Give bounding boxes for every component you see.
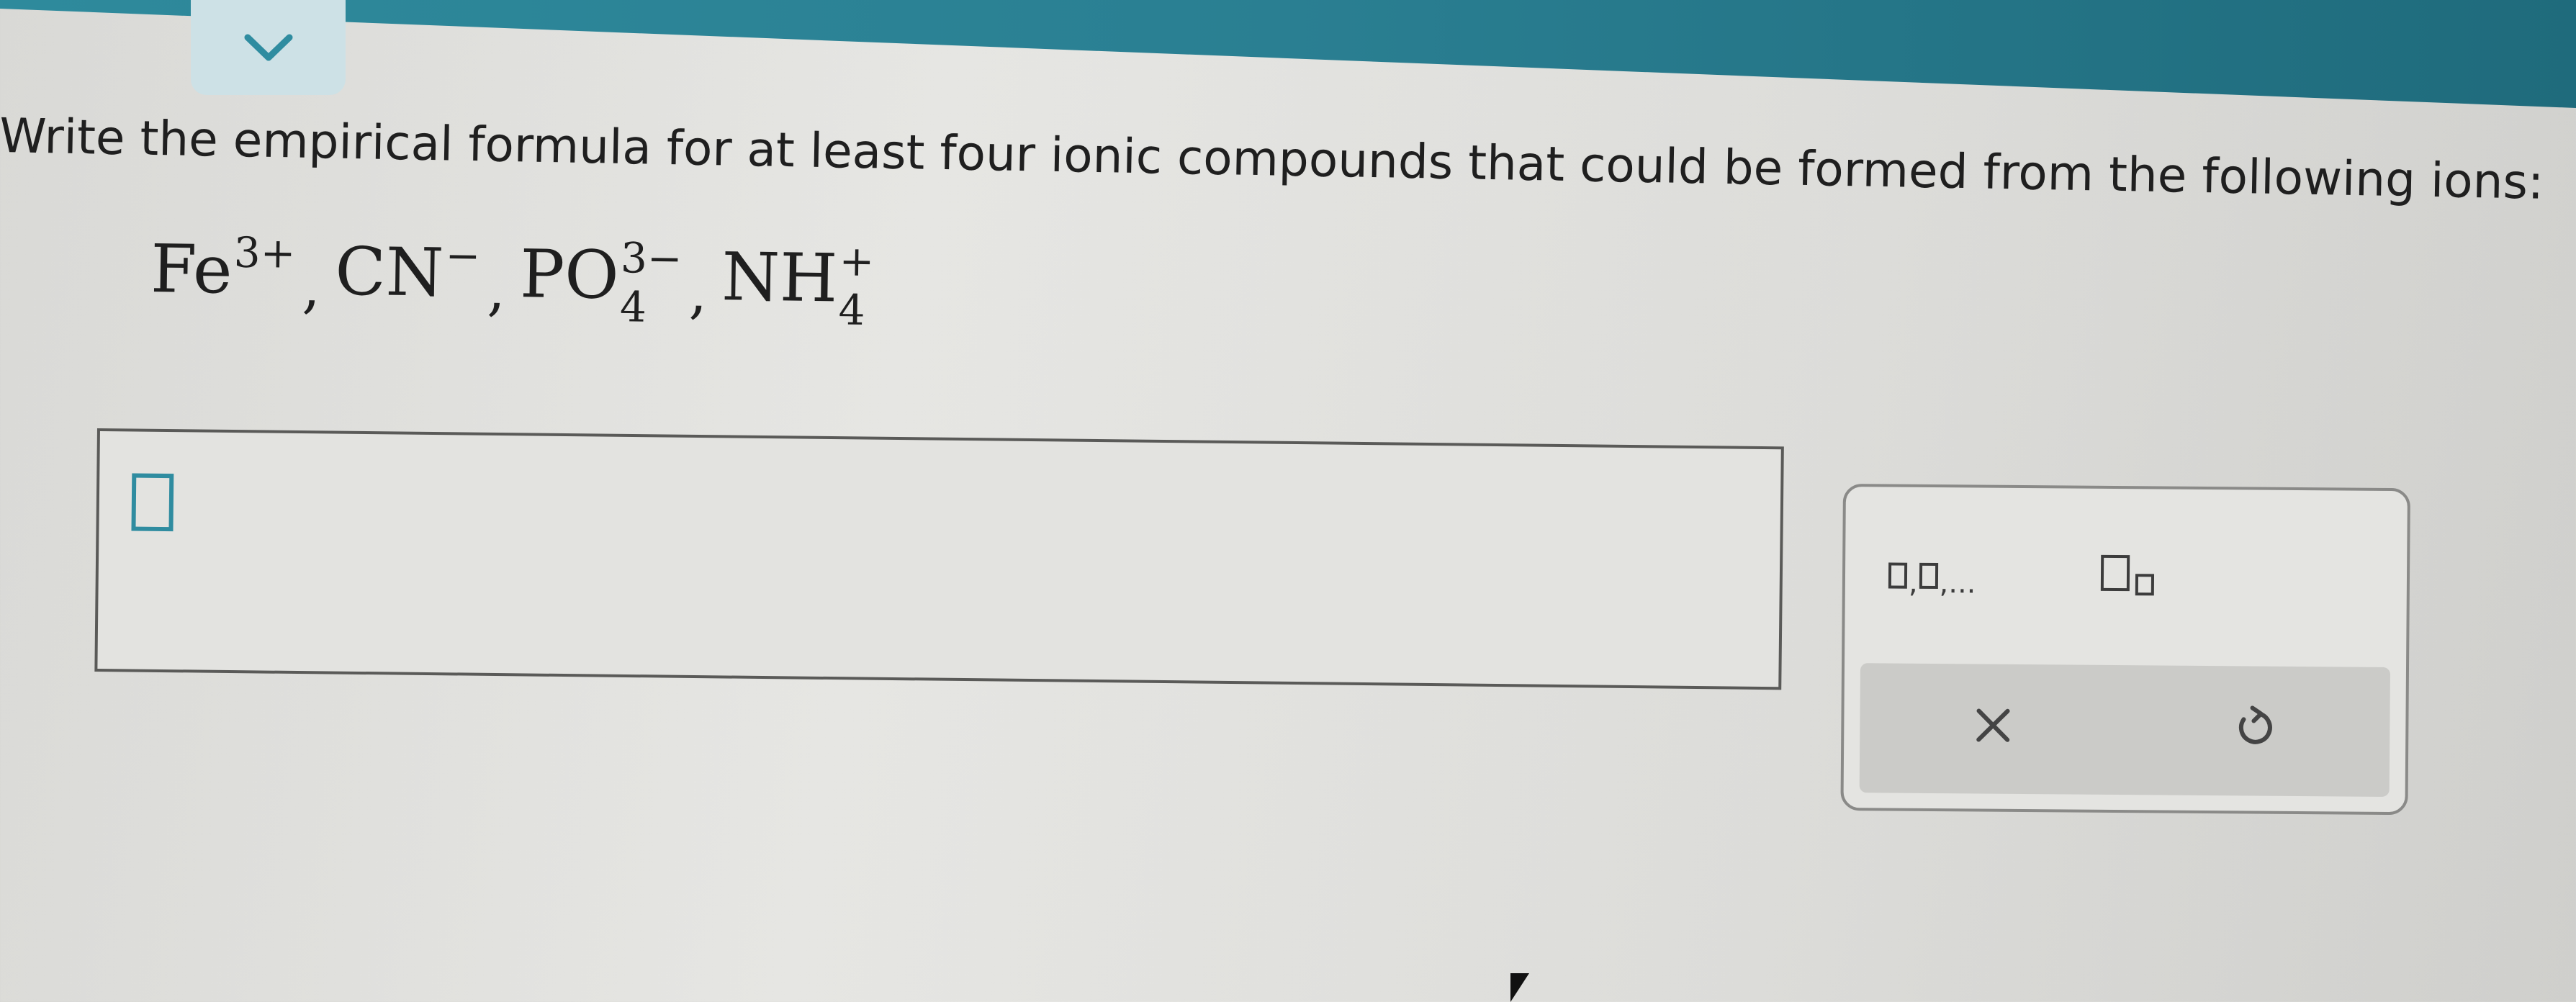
- clear-button[interactable]: [1971, 703, 2014, 746]
- ion-subscript: 4: [619, 282, 647, 332]
- ion-list: Fe 3+ , CN − , PO 3− 4 , NH +4: [150, 227, 875, 335]
- input-cursor-box[interactable]: [131, 473, 174, 532]
- collapse-toggle[interactable]: [191, 0, 346, 95]
- ion-charge: +: [839, 236, 875, 286]
- ion-nh4: NH +4: [721, 236, 875, 335]
- ion-base: CN: [334, 233, 445, 312]
- ellipsis-glyph: ,...: [1939, 567, 1976, 600]
- action-bar: [1859, 663, 2391, 797]
- chevron-down-icon: [244, 34, 292, 61]
- ion-base: NH: [721, 238, 839, 317]
- list-tool-button[interactable]: , ,...: [1888, 559, 1976, 600]
- subscript-box-icon: [2135, 574, 2155, 596]
- top-banner: [0, 0, 2576, 108]
- ion-charge: −: [445, 230, 481, 281]
- ion-subscript: 4: [838, 285, 866, 335]
- square-icon: [1919, 562, 1938, 590]
- ion-separator: ,: [688, 258, 708, 326]
- mouse-pointer-icon: [1510, 973, 1529, 1002]
- ion-charge: 3−: [620, 233, 683, 284]
- math-toolbar: , ,...: [1840, 484, 2410, 816]
- close-icon: [1976, 708, 2010, 742]
- ion-cn: CN −: [334, 230, 481, 312]
- answer-input[interactable]: [94, 428, 1784, 690]
- subscript-tool-button[interactable]: [2100, 554, 2155, 596]
- square-icon: [2100, 554, 2130, 592]
- undo-icon: [2238, 705, 2272, 744]
- undo-button[interactable]: [2230, 703, 2279, 752]
- ion-base: PO: [519, 235, 620, 315]
- ion-fe: Fe 3+: [150, 227, 296, 310]
- ion-charge: 3+: [233, 227, 296, 278]
- ion-separator: ,: [486, 256, 506, 323]
- ion-po4: PO 3− 4: [519, 233, 683, 332]
- comma-glyph: ,: [1908, 566, 1918, 600]
- ion-base: Fe: [150, 230, 233, 309]
- square-icon: [1888, 562, 1908, 589]
- question-text: Write the empirical formula for at least…: [0, 108, 2544, 210]
- ion-separator: ,: [302, 253, 321, 321]
